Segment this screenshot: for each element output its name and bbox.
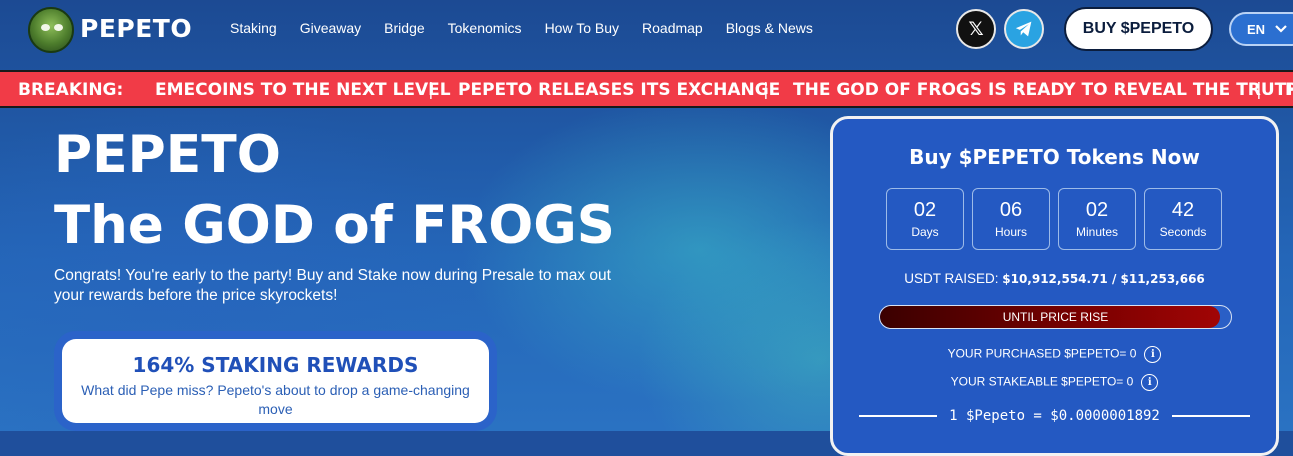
nav-staking[interactable]: Staking <box>230 20 277 36</box>
pepeto-logo-icon[interactable] <box>28 7 74 53</box>
brand-name[interactable]: PEPETO <box>80 14 192 43</box>
info-icon[interactable]: i <box>1141 374 1159 391</box>
ticker-item: PEPETO RELEASES ITS EXCHANGE <box>458 80 781 100</box>
ticker-label: BREAKING: <box>18 80 124 100</box>
usdt-raised-label: USDT RAISED: <box>904 271 999 286</box>
nav-tokenomics[interactable]: Tokenomics <box>448 20 522 36</box>
hero-title-line2: The GOD of FROGS <box>54 195 615 256</box>
language-select[interactable]: EN <box>1229 12 1293 46</box>
buy-panel: Buy $PEPETO Tokens Now 02 Days 06 Hours … <box>830 116 1279 456</box>
presale-progress-bar: UNTIL PRICE RISE <box>879 305 1232 329</box>
nav-roadmap[interactable]: Roadmap <box>642 20 703 36</box>
telegram-icon[interactable] <box>1004 9 1044 49</box>
nav-how-to-buy[interactable]: How To Buy <box>545 20 619 36</box>
token-price: 1 $Pepeto = $0.0000001892 <box>833 408 1276 424</box>
usdt-raised: USDT RAISED: $10,912,554.71 / $11,253,66… <box>833 271 1276 286</box>
countdown-hours: 06 Hours <box>972 188 1050 250</box>
ticker-item: EMECOINS TO THE NEXT LEVEL <box>155 80 451 100</box>
language-value: EN <box>1247 21 1266 37</box>
top-navbar: PEPETO Staking Giveaway Bridge Tokenomic… <box>0 0 1293 70</box>
main-nav: Staking Giveaway Bridge Tokenomics How T… <box>230 20 836 36</box>
progress-label: UNTIL PRICE RISE <box>1002 310 1109 324</box>
ticker-separator: | <box>428 80 434 100</box>
staking-rewards-card[interactable]: 164% STAKING REWARDS What did Pepe miss?… <box>54 331 497 431</box>
ticker-separator: | <box>1256 80 1262 100</box>
stakeable-balance: YOUR STAKEABLE $PEPETO= 0i <box>833 374 1276 391</box>
countdown-seconds: 42 Seconds <box>1144 188 1222 250</box>
token-price-text: 1 $Pepeto = $0.0000001892 <box>949 408 1160 424</box>
x-social-icon[interactable]: 𝕏 <box>956 9 996 49</box>
buy-pepeto-button[interactable]: BUY $PEPETO <box>1064 7 1213 51</box>
nav-bridge[interactable]: Bridge <box>384 20 424 36</box>
info-icon[interactable]: i <box>1144 346 1162 363</box>
chevron-down-icon <box>1275 25 1287 33</box>
breaking-news-ticker: BREAKING: EMECOINS TO THE NEXT LEVEL | P… <box>0 70 1293 108</box>
countdown-minutes: 02 Minutes <box>1058 188 1136 250</box>
ticker-item: P <box>1285 80 1293 100</box>
hero-title: PEPETO <box>54 125 281 185</box>
ticker-item: THE GOD OF FROGS IS READY TO REVEAL THE … <box>793 80 1293 100</box>
buy-panel-title: Buy $PEPETO Tokens Now <box>909 145 1200 169</box>
usdt-raised-value: $10,912,554.71 / $11,253,666 <box>1002 272 1205 286</box>
nav-blogs-news[interactable]: Blogs & News <box>726 20 813 36</box>
staking-rewards-title: 164% STAKING REWARDS <box>132 353 419 377</box>
countdown-timer: 02 Days 06 Hours 02 Minutes 42 Seconds <box>886 188 1222 250</box>
hero-subtitle: Congrats! You're early to the party! Buy… <box>54 267 611 304</box>
purchased-balance: YOUR PURCHASED $PEPETO= 0i <box>833 346 1276 363</box>
countdown-days: 02 Days <box>886 188 964 250</box>
staking-rewards-desc: What did Pepe miss? Pepeto's about to dr… <box>81 382 470 417</box>
nav-giveaway[interactable]: Giveaway <box>300 20 361 36</box>
ticker-separator: | <box>763 80 769 100</box>
